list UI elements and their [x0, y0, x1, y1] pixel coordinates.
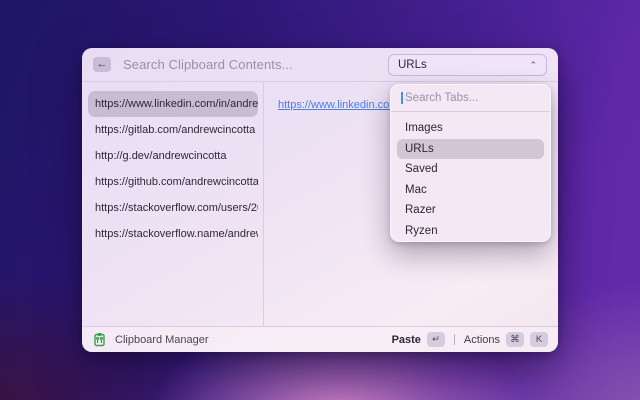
footer-actions: Paste ↵ Actions ⌘ K	[392, 332, 548, 347]
footer-bar: Clipboard Manager Paste ↵ Actions ⌘ K	[82, 327, 558, 352]
clipboard-history-list: https://www.linkedin.com/in/andrew... ht…	[82, 82, 263, 326]
search-input[interactable]: Search Clipboard Contents...	[123, 57, 293, 72]
tab-filter-dropdown-button[interactable]: URLs ⌃	[388, 54, 547, 76]
command-key-icon: ⌘	[506, 332, 524, 347]
k-key-icon: K	[530, 332, 548, 347]
tab-filter-value: URLs	[398, 59, 427, 71]
dropdown-item-razer[interactable]: Razer	[397, 200, 544, 220]
dropdown-item-ryzen[interactable]: Ryzen	[397, 221, 544, 241]
clipboard-manager-window: ← Search Clipboard Contents... URLs ⌃ ht…	[82, 48, 558, 352]
chevron-up-icon: ⌃	[529, 60, 537, 71]
clipboard-item[interactable]: https://gitlab.com/andrewcincotta	[88, 117, 258, 143]
footer-separator	[454, 334, 455, 345]
dropdown-item-mac[interactable]: Mac	[397, 180, 544, 200]
preview-link[interactable]: https://www.linkedin.com/	[278, 99, 402, 111]
dropdown-search-placeholder: Search Tabs...	[405, 92, 478, 104]
back-arrow-icon: ←	[97, 59, 108, 70]
clipboard-item[interactable]: https://github.com/andrewcincotta	[88, 169, 258, 195]
dropdown-item-urls[interactable]: URLs	[397, 139, 544, 159]
dropdown-item-images[interactable]: Images	[397, 118, 544, 138]
text-caret	[401, 92, 403, 104]
return-key-icon: ↵	[427, 332, 445, 347]
clipboard-item[interactable]: https://www.linkedin.com/in/andrew...	[88, 91, 258, 117]
topbar: ← Search Clipboard Contents... URLs ⌃	[82, 48, 558, 81]
dropdown-items: Images URLs Saved Mac Razer Ryzen	[391, 112, 550, 241]
dropdown-search-input[interactable]: Search Tabs...	[391, 85, 550, 111]
actions-button[interactable]: Actions	[464, 334, 500, 346]
clipboard-item[interactable]: http://g.dev/andrewcincotta	[88, 143, 258, 169]
tab-filter-dropdown-menu: Search Tabs... Images URLs Saved Mac Raz…	[390, 84, 551, 242]
app-name: Clipboard Manager	[115, 334, 209, 346]
clipboard-manager-icon	[92, 332, 107, 347]
back-button[interactable]: ←	[93, 57, 111, 72]
dropdown-item-saved[interactable]: Saved	[397, 159, 544, 179]
clipboard-item[interactable]: https://stackoverflow.com/users/207...	[88, 195, 258, 221]
clipboard-item[interactable]: https://stackoverflow.name/andrew-...	[88, 221, 258, 247]
paste-button[interactable]: Paste	[392, 334, 421, 346]
